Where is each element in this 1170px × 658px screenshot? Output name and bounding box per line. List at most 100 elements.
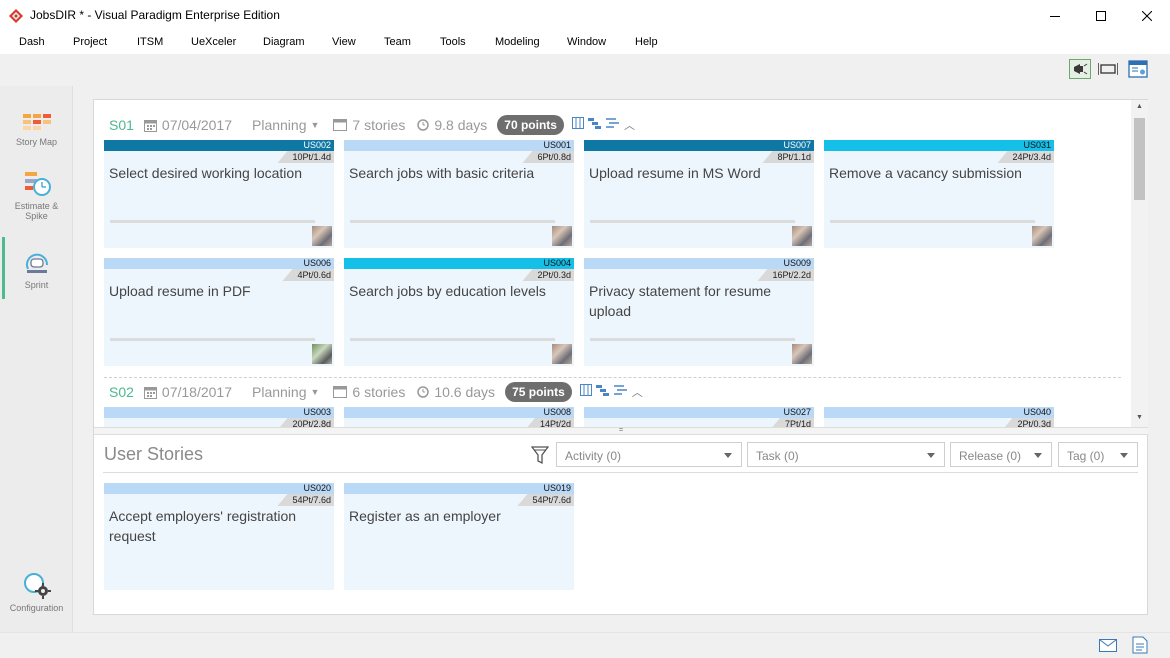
sprint-status[interactable]: Planning <box>252 384 307 400</box>
assignee-avatar[interactable] <box>792 344 812 364</box>
menu-dash[interactable]: Dash <box>19 36 45 48</box>
nav-story-map[interactable]: Story Map <box>0 112 73 147</box>
fit-width-button[interactable] <box>1097 59 1119 79</box>
card-progress-bar <box>110 220 315 223</box>
task-filter-dropdown[interactable]: Task (0) <box>747 442 945 467</box>
document-icon[interactable] <box>1132 636 1148 657</box>
story-card-us019[interactable]: US019 54Pt/7.6d Register as an employer <box>344 483 574 590</box>
nav-configuration[interactable]: Configuration <box>0 570 73 613</box>
sprint-points-badge: 75 points <box>505 382 572 402</box>
card-estimate: 6Pt/0.8d <box>522 151 574 163</box>
card-progress-bar <box>110 338 315 341</box>
close-button[interactable] <box>1124 0 1170 32</box>
assignee-avatar[interactable] <box>312 344 332 364</box>
stories-icon <box>333 119 348 131</box>
minimize-icon <box>1050 16 1060 17</box>
panel-splitter[interactable]: = <box>94 427 1148 435</box>
assignee-avatar[interactable] <box>312 226 332 246</box>
card-color-bar <box>344 258 574 269</box>
menu-window[interactable]: Window <box>567 36 606 48</box>
card-title: Register as an employer <box>349 508 501 524</box>
calendar-icon <box>143 386 157 399</box>
board-view-icon[interactable] <box>571 117 584 129</box>
story-card-us040[interactable]: US040 2Pt/0.3d <box>824 407 1054 427</box>
card-estimate: 16Pt/2.2d <box>757 269 814 281</box>
nav-configuration-label: Configuration <box>9 603 64 613</box>
release-filter-dropdown[interactable]: Release (0) <box>950 442 1052 467</box>
assignee-avatar[interactable] <box>1032 226 1052 246</box>
menu-diagram[interactable]: Diagram <box>263 36 305 48</box>
assignee-avatar[interactable] <box>552 344 572 364</box>
mail-icon[interactable] <box>1099 639 1117 655</box>
board-view-icon[interactable] <box>579 384 592 396</box>
card-color-bar <box>104 258 334 269</box>
announcement-button[interactable] <box>1069 59 1091 79</box>
tag-filter-dropdown[interactable]: Tag (0) <box>1058 442 1138 467</box>
chevron-down-icon <box>1034 453 1042 458</box>
status-caret-icon[interactable]: ▼ <box>311 120 320 130</box>
status-caret-icon[interactable]: ▼ <box>311 387 320 397</box>
story-card-us031[interactable]: US031 24Pt/3.4d Remove a vacancy submiss… <box>824 140 1054 248</box>
sprint-header-s02[interactable]: S02 07/18/2017 Planning ▼ 6 stories 10.6… <box>109 380 643 404</box>
menu-help[interactable]: Help <box>635 36 658 48</box>
collapse-chevron-icon[interactable]: ︿ <box>632 384 643 400</box>
scroll-thumb[interactable] <box>1134 118 1145 200</box>
card-title: Upload resume in MS Word <box>589 165 761 181</box>
sprint-name[interactable]: S02 <box>109 384 134 400</box>
story-card-us004[interactable]: US004 2Pt/0.3d Search jobs by education … <box>344 258 574 366</box>
release-filter-label: Release (0) <box>959 449 1022 463</box>
minimize-button[interactable] <box>1032 0 1078 32</box>
menu-itsm[interactable]: ITSM <box>137 36 163 48</box>
title-bar: JobsDIR * - Visual Paradigm Enterprise E… <box>0 0 1170 32</box>
card-estimate: 10Pt/1.4d <box>277 151 334 163</box>
menu-tools[interactable]: Tools <box>440 36 466 48</box>
vertical-scrollbar[interactable]: ▲ ▼ <box>1131 100 1148 427</box>
sprint-list: S01 07/04/2017 Planning ▼ 7 stories 9.8 … <box>94 100 1131 427</box>
menu-view[interactable]: View <box>332 36 356 48</box>
card-id: US006 <box>303 258 331 268</box>
card-estimate: 20Pt/2.8d <box>277 418 334 427</box>
clock-icon <box>417 119 430 131</box>
list-view-icon[interactable] <box>613 384 628 396</box>
story-card-us003[interactable]: US003 20Pt/2.8d <box>104 407 334 427</box>
nav-sprint[interactable]: Sprint <box>0 249 73 290</box>
layout-button[interactable] <box>1127 59 1149 79</box>
assignee-avatar[interactable] <box>552 226 572 246</box>
story-card-us020[interactable]: US020 54Pt/7.6d Accept employers' regist… <box>104 483 334 590</box>
list-view-icon[interactable] <box>605 117 620 129</box>
story-card-us002[interactable]: US002 10Pt/1.4d Select desired working l… <box>104 140 334 248</box>
sprint-name[interactable]: S01 <box>109 117 134 133</box>
window-title: JobsDIR * - Visual Paradigm Enterprise E… <box>30 8 280 22</box>
move-stories-icon[interactable] <box>595 384 610 396</box>
menu-uexceler[interactable]: UeXceler <box>191 36 236 48</box>
sprint-story-count: 7 stories <box>352 117 406 133</box>
menu-project[interactable]: Project <box>73 36 107 48</box>
story-card-us008[interactable]: US008 14Pt/2d <box>344 407 574 427</box>
sprint-date: 07/18/2017 <box>161 384 232 400</box>
maximize-button[interactable] <box>1078 0 1124 32</box>
activity-filter-dropdown[interactable]: Activity (0) <box>556 442 742 467</box>
tag-filter-label: Tag (0) <box>1067 449 1105 463</box>
menu-team[interactable]: Team <box>384 36 411 48</box>
assignee-avatar[interactable] <box>792 226 812 246</box>
collapse-chevron-icon[interactable]: ︿ <box>624 117 635 133</box>
sprint-status[interactable]: Planning <box>252 117 307 133</box>
story-card-us007[interactable]: US007 8Pt/1.1d Upload resume in MS Word <box>584 140 814 248</box>
sprint-points-badge: 70 points <box>497 115 564 135</box>
story-card-us027[interactable]: US027 7Pt/1d <box>584 407 814 427</box>
chevron-down-icon <box>1120 453 1128 458</box>
story-card-us009[interactable]: US009 16Pt/2.2d Privacy statement for re… <box>584 258 814 366</box>
left-navigation: Story Map Estimate & Spike Sprint Config… <box>0 86 73 632</box>
sprint-header-s01[interactable]: S01 07/04/2017 Planning ▼ 7 stories 9.8 … <box>109 113 635 137</box>
story-card-us001[interactable]: US001 6Pt/0.8d Search jobs with basic cr… <box>344 140 574 248</box>
menu-modeling[interactable]: Modeling <box>495 36 540 48</box>
scroll-down-icon[interactable]: ▼ <box>1131 414 1148 421</box>
nav-sprint-label: Sprint <box>24 280 49 290</box>
filter-icon[interactable] <box>530 445 550 468</box>
scroll-up-icon[interactable]: ▲ <box>1131 103 1148 110</box>
move-stories-icon[interactable] <box>587 117 602 129</box>
nav-estimate-spike[interactable]: Estimate & Spike <box>0 168 73 221</box>
story-card-us006[interactable]: US006 4Pt/0.6d Upload resume in PDF <box>104 258 334 366</box>
card-id: US007 <box>783 140 811 150</box>
card-color-bar <box>344 407 574 418</box>
